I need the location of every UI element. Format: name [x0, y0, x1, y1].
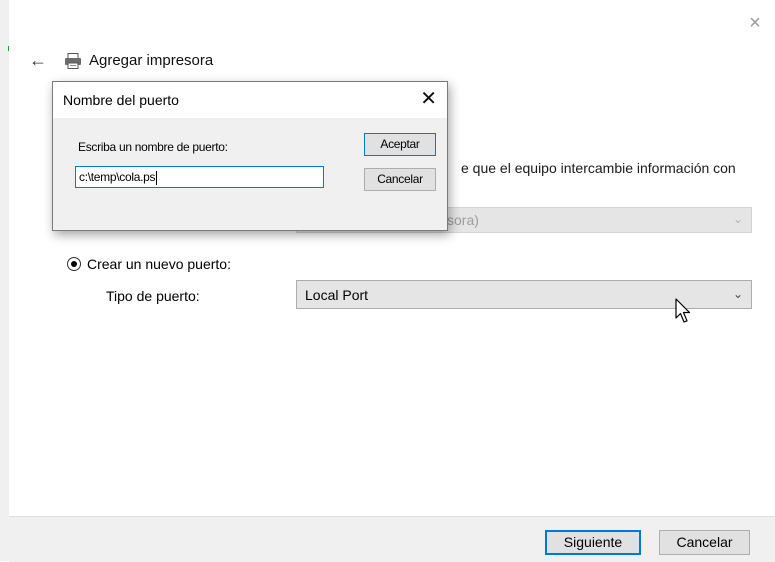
- radio-selected-dot: [71, 261, 77, 267]
- create-new-port-label[interactable]: Crear un nuevo puerto:: [87, 256, 231, 272]
- port-name-input[interactable]: c:\temp\cola.ps: [75, 166, 324, 188]
- dialog-titlebar[interactable]: Nombre del puerto ✕: [53, 82, 447, 118]
- dialog-close-icon[interactable]: ✕: [420, 88, 437, 110]
- back-arrow-icon[interactable]: ←: [29, 50, 49, 70]
- mouse-pointer-icon: [675, 298, 691, 323]
- wizard-title: Agregar impresora: [89, 52, 214, 69]
- wizard-footer: Siguiente Cancelar: [9, 516, 775, 562]
- chevron-down-icon: ⌄: [732, 212, 743, 226]
- background-window-edge: [0, 0, 10, 561]
- chevron-down-icon: ⌄: [732, 287, 743, 301]
- cancel-button[interactable]: Cancelar: [659, 530, 750, 555]
- text-caret: [156, 170, 158, 185]
- port-type-label: Tipo de puerto:: [106, 288, 200, 304]
- wizard-close-button[interactable]: ×: [745, 13, 765, 33]
- create-new-port-radio[interactable]: [67, 257, 81, 271]
- dialog-title: Nombre del puerto: [63, 92, 179, 108]
- port-name-dialog: Nombre del puerto ✕ Escriba un nombre de…: [52, 81, 448, 231]
- port-name-input-value: c:\temp\cola.ps: [79, 170, 156, 184]
- dialog-ok-button[interactable]: Aceptar: [364, 133, 436, 156]
- port-name-prompt: Escriba un nombre de puerto:: [78, 140, 228, 154]
- next-button[interactable]: Siguiente: [545, 530, 641, 555]
- printer-icon: [65, 53, 81, 69]
- dialog-cancel-button[interactable]: Cancelar: [364, 168, 436, 191]
- existing-port-value: sora): [447, 212, 479, 228]
- wizard-description: e que el equipo intercambie información …: [461, 160, 736, 176]
- port-type-value: Local Port: [305, 287, 369, 303]
